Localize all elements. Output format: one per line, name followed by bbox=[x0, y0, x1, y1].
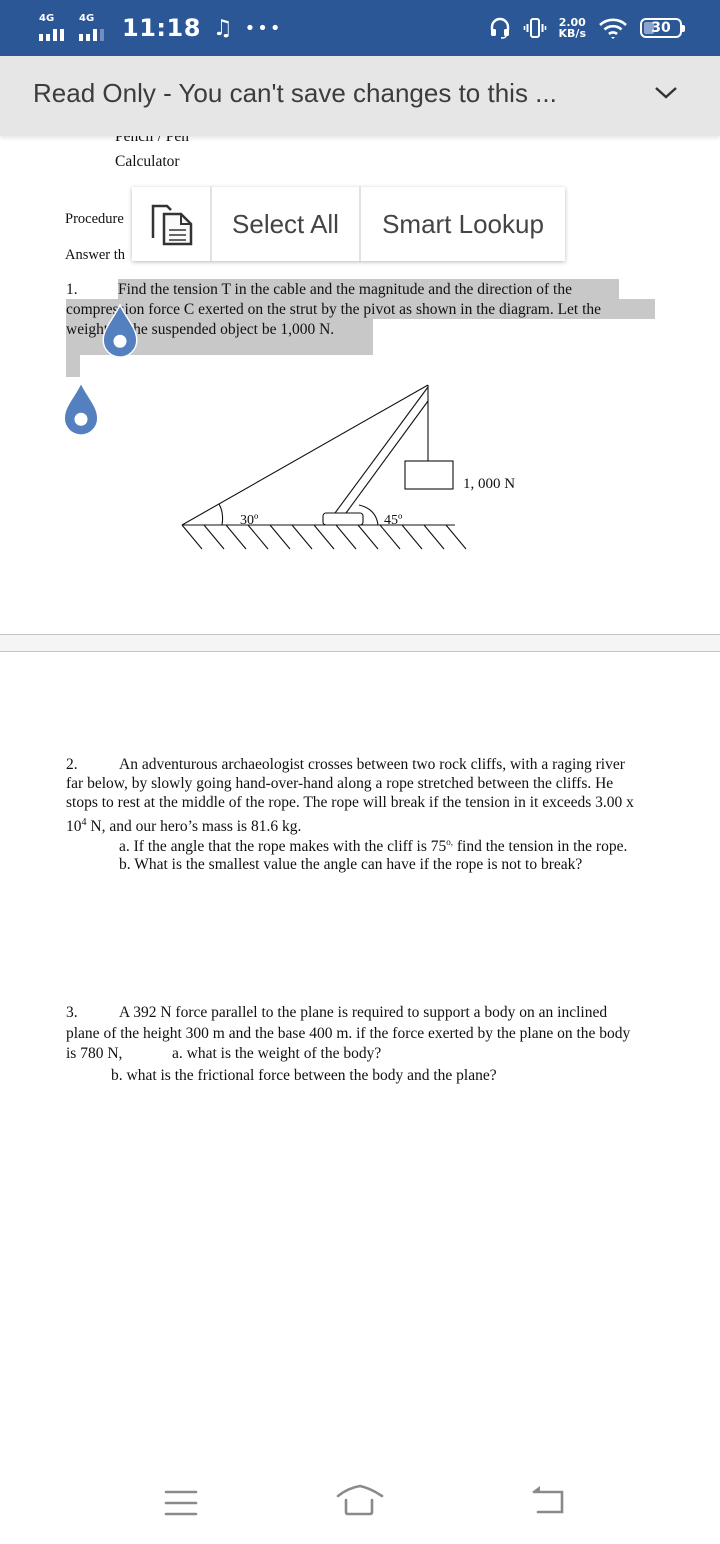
strut-diagram: 30º 45º 1, 000 N bbox=[181, 384, 515, 550]
strut-edge bbox=[334, 386, 429, 514]
question-2-part-b: b. What is the smallest value the angle … bbox=[119, 856, 583, 873]
q2a-text: find the tension in the rope. bbox=[453, 838, 628, 856]
pivot-base bbox=[322, 512, 364, 526]
read-only-message: Read Only - You can't save changes to th… bbox=[33, 78, 557, 108]
text-selection-menu: Select All Smart Lookup bbox=[132, 187, 565, 261]
material-item: Calculator bbox=[115, 153, 180, 170]
q2-text: 10 bbox=[66, 818, 82, 836]
selection-start-handle[interactable] bbox=[101, 304, 139, 358]
paste-button[interactable] bbox=[132, 187, 212, 261]
q2a-degree: o, bbox=[446, 837, 454, 847]
question-3-part-a: a. what is the weight of the body? bbox=[172, 1045, 382, 1062]
angle-label-30: 30º bbox=[240, 513, 259, 528]
weight-label: 1, 000 N bbox=[463, 476, 515, 492]
ground-hatching bbox=[181, 524, 467, 550]
question-3-line: A 392 N force parallel to the plane is r… bbox=[119, 1004, 608, 1021]
question-1-line: Find the tension T in the cable and the … bbox=[118, 281, 572, 298]
angle-arc-30 bbox=[218, 503, 224, 526]
back-icon[interactable] bbox=[530, 1482, 578, 1522]
procedure-heading: Procedure bbox=[65, 211, 124, 227]
question-2-line: An adventurous archaeologist crosses bet… bbox=[119, 756, 625, 773]
strut-edge bbox=[345, 400, 429, 514]
read-only-banner[interactable]: Read Only - You can't save changes to th… bbox=[0, 56, 720, 136]
angle-label-45: 45º bbox=[384, 513, 403, 528]
paste-icon bbox=[151, 204, 193, 246]
home-icon[interactable] bbox=[336, 1482, 384, 1522]
question-3-line: plane of the height 300 m and the base 4… bbox=[66, 1025, 631, 1042]
system-navigation-bar bbox=[0, 1464, 720, 1544]
cable-line bbox=[181, 384, 429, 526]
selection-highlight bbox=[66, 355, 80, 377]
selection-end-handle[interactable] bbox=[62, 382, 100, 436]
question-3-number: 3. bbox=[66, 1004, 78, 1021]
question-3-line: is 780 N, bbox=[66, 1045, 123, 1062]
select-all-button[interactable]: Select All bbox=[212, 187, 361, 261]
question-2-line: far below, by slowly going hand-over-han… bbox=[66, 775, 614, 792]
question-2-line: stops to rest at the middle of the rope.… bbox=[66, 794, 634, 811]
question-1-number: 1. bbox=[66, 281, 78, 298]
chevron-down-icon[interactable] bbox=[654, 84, 678, 102]
page-separator bbox=[0, 634, 720, 652]
weight-box bbox=[404, 460, 454, 490]
question-2-part-a: a. If the angle that the rope makes with… bbox=[119, 832, 627, 857]
q2a-text: a. If the angle that the rope makes with… bbox=[119, 838, 447, 856]
recents-menu-icon[interactable] bbox=[164, 1482, 212, 1522]
angle-arc-45 bbox=[358, 504, 379, 526]
smart-lookup-button[interactable]: Smart Lookup bbox=[361, 187, 565, 261]
answer-instruction: Answer th bbox=[65, 247, 126, 263]
question-2-number: 2. bbox=[66, 756, 78, 773]
question-3-part-b: b. what is the frictional force between … bbox=[111, 1067, 497, 1084]
question-1-line: compression force C exerted on the strut… bbox=[66, 301, 602, 318]
